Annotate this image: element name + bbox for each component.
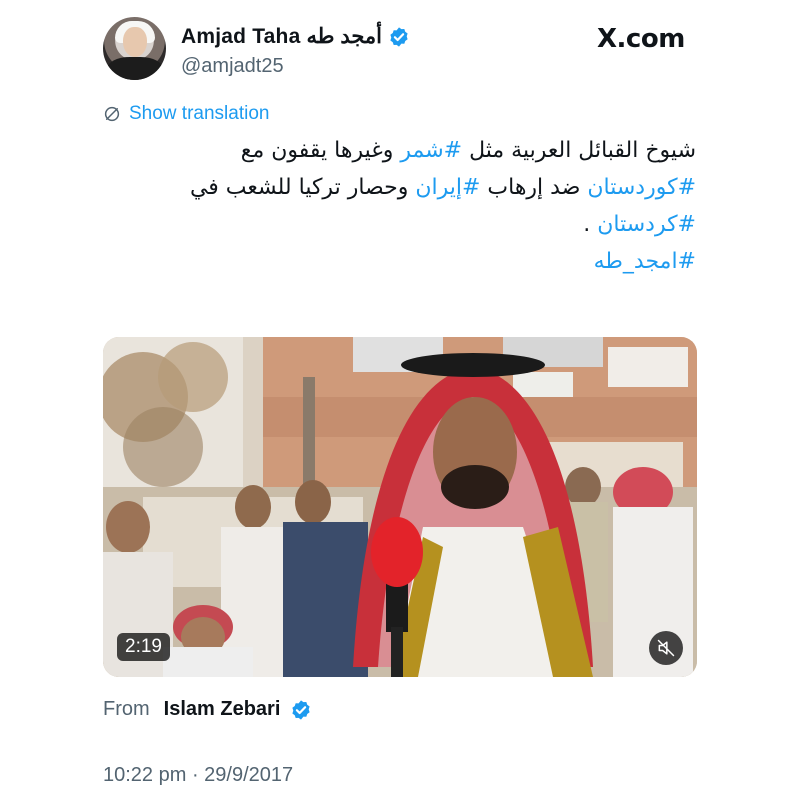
author-display-name[interactable]: Amjad Taha أمجد طه [181,24,382,49]
site-logo: X.com [597,24,685,54]
hashtag-link[interactable]: #شمر [400,138,462,163]
hashtag-link[interactable]: #إيران [415,175,480,200]
hashtag-link[interactable]: #كردستان [597,212,696,237]
video-duration-badge: 2:19 [117,633,170,661]
show-translation-link[interactable]: Show translation [103,103,269,125]
muted-speaker-icon [657,639,675,657]
hashtag-link[interactable]: #كوردستان [587,175,696,200]
video-thumbnail [103,337,697,677]
avatar-face [123,27,147,57]
tweet-text-segment: وحصار تركيا للشعب في [189,175,416,200]
tweet-text-segment: وغيرها يقفون مع [240,138,401,163]
video-attribution: From Islam Zebari [103,698,312,721]
mute-button[interactable] [649,631,683,665]
author-handle[interactable]: @amjadt25 [181,55,284,78]
from-label: From [103,698,150,720]
tweet-text-segment: ضد إرهاب [480,175,588,200]
globe-translate-icon [104,106,120,122]
source-account-name[interactable]: Islam Zebari [164,698,281,721]
tweet-text-segment: شيوخ القبائل العربية مثل [462,138,696,163]
video-player[interactable]: 2:19 [103,337,697,677]
author-name-row[interactable]: Amjad Taha أمجد طه [181,24,410,49]
profile-avatar[interactable] [103,17,166,80]
tweet-line-2: #كوردستان ضد إرهاب #إيران وحصار تركيا لل… [176,169,696,206]
avatar-body [107,57,163,80]
hashtag-link[interactable]: #امجد_طه [594,249,696,274]
tweet-line-4: #امجد_طه [176,243,696,280]
tweet-text: شيوخ القبائل العربية مثل #شمر وغيرها يقف… [176,132,696,280]
verified-badge-icon [292,699,311,720]
tweet-line-1: شيوخ القبائل العربية مثل #شمر وغيرها يقف… [176,132,696,169]
verified-badge-icon [390,26,408,47]
tweet-line-3: #كردستان . [176,206,696,243]
show-translation-label[interactable]: Show translation [129,103,269,125]
tweet-timestamp[interactable]: 10:22 pm · 29/9/2017 [103,764,293,787]
tweet-text-segment: . [583,212,598,237]
